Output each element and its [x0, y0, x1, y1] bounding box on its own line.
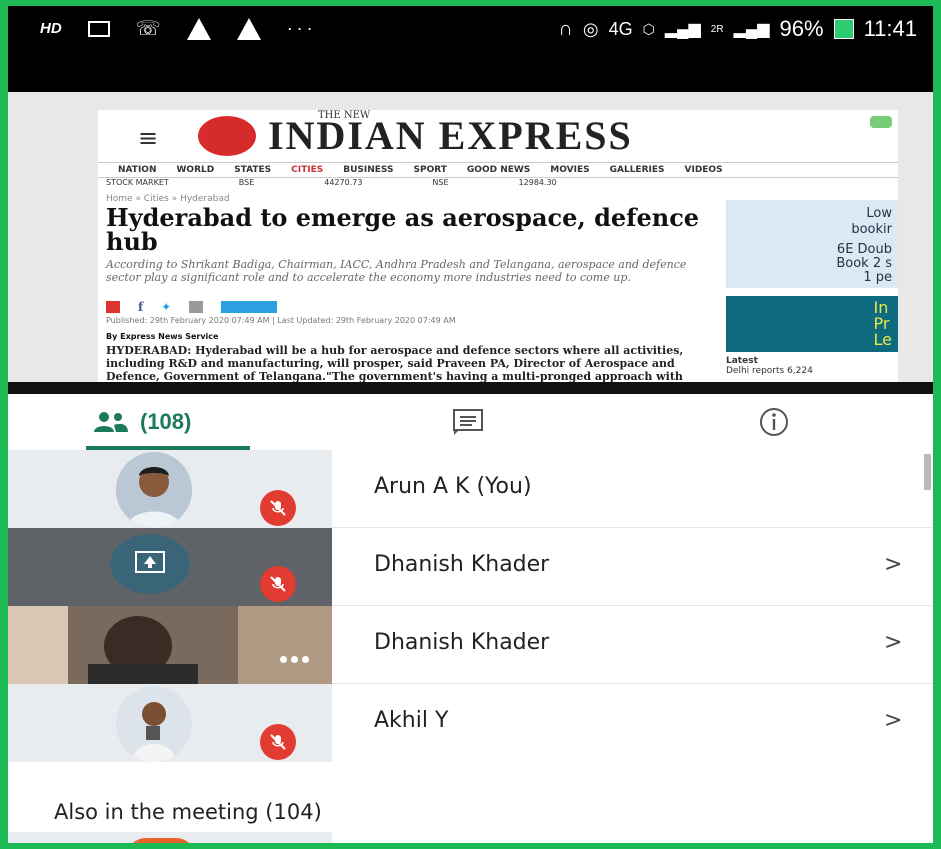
ticker-item: BSE: [238, 178, 255, 187]
app-store-icon: [870, 116, 892, 128]
flipboard-icon: [106, 301, 120, 313]
nav-item: MOVIES: [550, 165, 590, 175]
info-icon: [760, 408, 788, 436]
warning-icon: [186, 17, 211, 40]
latest-item: Delhi reports 6,224: [726, 366, 813, 376]
email-icon: [189, 301, 204, 313]
participant-name: Dhanish Khader: [374, 630, 550, 655]
participant-video: [8, 606, 332, 684]
warning-icon-2: [236, 17, 261, 40]
chevron-right-icon[interactable]: >: [884, 552, 902, 577]
participant-row[interactable]: Arun A K (You): [8, 450, 933, 528]
hotspot-icon: ◎: [582, 18, 599, 39]
paper-name: INDIAN EXPRESS: [268, 113, 633, 158]
divider: [8, 382, 933, 394]
scrollbar[interactable]: [924, 454, 931, 490]
muted-mic-icon: [260, 490, 296, 526]
tab-info[interactable]: [758, 394, 790, 450]
headset-icon: ∩: [558, 17, 573, 40]
participant-row[interactable]: Dhanish Khader >: [8, 606, 933, 684]
ad-line: Book 2 s: [836, 256, 892, 271]
ad-line: bookir: [851, 222, 892, 237]
presentation-avatar: [110, 534, 190, 594]
chat-icon: [453, 409, 483, 435]
battery-percent: 96%: [779, 16, 824, 41]
newspaper-page: ≡ THE NEW INDIAN EXPRESS NATION WORLD ST…: [98, 110, 898, 382]
nav-item: GOOD NEWS: [466, 165, 531, 175]
phone-screen: HD ☏ ··· ∩ ◎ 4G ⬡ ▂▄▆ 2R ▂▄▆ 96% 11:41 ≡…: [8, 6, 933, 843]
signal-sim2-label: 2R: [710, 23, 724, 35]
participant-name: Arun A K (You): [374, 474, 532, 499]
participant-thumbnail: [8, 450, 332, 528]
ad-line: Low: [866, 206, 892, 221]
share-icons: f ✦: [106, 300, 278, 314]
latest-title: Latest: [726, 356, 758, 366]
ticker-item: NSE: [432, 178, 449, 187]
ad2-text: In Pr Le: [873, 298, 892, 349]
ad-line: 1 pe: [863, 270, 892, 285]
signal-icon-2: ▂▄▆: [733, 21, 770, 38]
tab-people[interactable]: (108): [86, 394, 250, 450]
gallery-icon: [87, 20, 110, 37]
hd-label: HD: [40, 20, 62, 37]
participant-list[interactable]: Arun A K (You) Dhanish Khader > Dhanish …: [8, 450, 933, 843]
missed-call-icon: ☏: [135, 18, 161, 40]
next-participant-thumbnail: [8, 832, 332, 843]
nav-item: CITIES: [291, 165, 324, 175]
published-date: Published: 29th February 2020 07:49 AM |…: [106, 316, 456, 325]
ad-banner-1: Low bookir 6E Doub Book 2 s 1 pe: [726, 200, 898, 288]
article-standfirst: According to Shrikant Badiga, Chairman, …: [106, 258, 687, 284]
menu-icon: ≡: [138, 124, 159, 152]
nav-item: WORLD: [176, 165, 215, 175]
ticker-item: 12984.30: [518, 178, 557, 187]
chevron-right-icon[interactable]: >: [884, 708, 902, 733]
nav-item: BUSINESS: [343, 165, 394, 175]
nav-item: GALLERIES: [609, 165, 665, 175]
stock-ticker: STOCK MARKET BSE 44270.73 NSE 12984.30: [106, 178, 896, 190]
nav-item: VIDEOS: [684, 165, 723, 175]
clock: 11:41: [863, 16, 917, 41]
nav-item: NATION: [118, 165, 157, 175]
people-count: (108): [140, 409, 192, 434]
ticker-item: 44270.73: [324, 178, 363, 187]
tab-chat[interactable]: [452, 394, 484, 450]
participant-name: Dhanish Khader: [374, 552, 550, 577]
people-icon: [94, 412, 128, 432]
volte-icon: ⬡: [642, 20, 655, 37]
muted-mic-icon: [260, 724, 296, 760]
facebook-icon: f: [138, 300, 144, 314]
latest-section: Latest Delhi reports 6,224: [726, 356, 898, 376]
participant-name: Akhil Y: [374, 708, 449, 733]
nav-item: SPORT: [413, 165, 447, 175]
network-type: 4G: [608, 18, 633, 39]
more-notifications-icon: ···: [286, 18, 317, 38]
ad-banner-2: In Pr Le: [726, 296, 898, 352]
avatar: [126, 838, 196, 843]
article-body: HYDERABAD: Hyderabad will be a hub for a…: [106, 344, 684, 382]
twitter-icon: ✦: [161, 300, 172, 314]
signal-icon: ▂▄▆: [664, 21, 701, 38]
nav-item: STATES: [234, 165, 272, 175]
battery-charging-icon: [833, 19, 854, 39]
muted-mic-icon: [260, 566, 296, 602]
avatar: [116, 452, 192, 528]
ticker-item: STOCK MARKET: [106, 178, 169, 187]
participant-row[interactable]: Dhanish Khader >: [8, 528, 933, 606]
news-nav: NATION WORLD STATES CITIES BUSINESS SPOR…: [98, 162, 898, 178]
participant-thumbnail: [8, 684, 332, 762]
speaking-indicator-icon: [280, 656, 309, 663]
chevron-right-icon[interactable]: >: [884, 630, 902, 655]
status-bar: HD ☏ ··· ∩ ◎ 4G ⬡ ▂▄▆ 2R ▂▄▆ 96% 11:41: [8, 6, 933, 54]
avatar: [116, 686, 192, 762]
ad-line: 6E Doub: [836, 242, 892, 257]
byline: By Express News Service: [106, 332, 219, 341]
participant-thumbnail: [8, 528, 332, 606]
section-title: Also in the meeting (104): [54, 800, 322, 824]
meeting-tabs: (108): [8, 394, 933, 451]
participant-row[interactable]: Akhil Y >: [8, 684, 933, 762]
shared-screen: ≡ THE NEW INDIAN EXPRESS NATION WORLD ST…: [8, 92, 933, 382]
newspaper-logo: [198, 116, 256, 156]
article-headline: Hyderabad to emerge as aerospace, defenc…: [106, 203, 700, 256]
telegram-icon: [221, 301, 278, 313]
